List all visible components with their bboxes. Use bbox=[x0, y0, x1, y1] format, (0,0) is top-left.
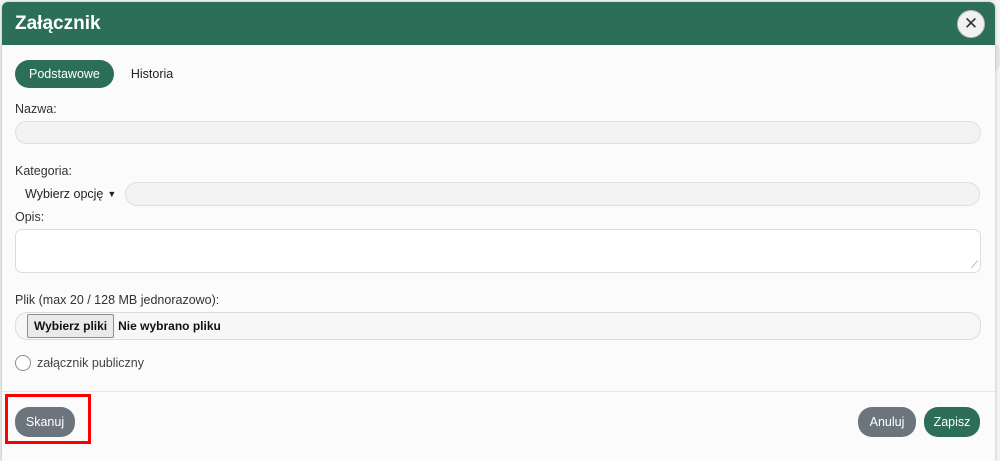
modal-body: Podstawowe Historia Nazwa: Kategoria: Wy… bbox=[2, 45, 995, 371]
file-input[interactable]: Wybierz pliki Nie wybrano pliku bbox=[15, 312, 981, 340]
file-status: Nie wybrano pliku bbox=[118, 319, 221, 333]
modal-footer: Skanuj Anuluj Zapisz bbox=[2, 391, 995, 461]
modal-header: Załącznik ✕ bbox=[2, 2, 995, 45]
close-button[interactable]: ✕ bbox=[957, 9, 985, 38]
category-row: Wybierz opcję ▼ bbox=[15, 182, 982, 206]
close-icon: ✕ bbox=[963, 14, 979, 33]
caret-down-icon: ▼ bbox=[107, 189, 117, 199]
description-label: Opis: bbox=[15, 210, 45, 224]
resize-handle-icon[interactable]: ⟋ bbox=[971, 261, 978, 271]
category-input[interactable] bbox=[125, 182, 980, 206]
choose-files-button[interactable]: Wybierz pliki bbox=[27, 314, 115, 338]
file-label: Plik (max 20 / 128 MB jednorazowo): bbox=[15, 293, 220, 307]
category-label: Kategoria: bbox=[15, 164, 72, 178]
public-attachment-label: załącznik publiczny bbox=[37, 356, 144, 370]
public-attachment-checkbox[interactable] bbox=[15, 355, 31, 371]
tab-historia[interactable]: Historia bbox=[119, 60, 185, 88]
category-dropdown[interactable]: Wybierz opcję ▼ bbox=[15, 187, 125, 201]
tab-podstawowe[interactable]: Podstawowe bbox=[15, 60, 114, 88]
cancel-button[interactable]: Anuluj bbox=[858, 407, 916, 437]
tab-bar: Podstawowe Historia bbox=[15, 60, 982, 88]
public-attachment-row: załącznik publiczny bbox=[15, 355, 982, 371]
name-input[interactable] bbox=[15, 121, 981, 144]
attachment-modal: Załącznik ✕ Podstawowe Historia Nazwa: K… bbox=[2, 2, 995, 461]
save-button[interactable]: Zapisz bbox=[924, 407, 980, 437]
name-label: Nazwa: bbox=[15, 102, 57, 116]
modal-title: Załącznik bbox=[15, 12, 101, 34]
category-dropdown-label: Wybierz opcję bbox=[25, 187, 104, 201]
description-textarea[interactable]: ⟋ bbox=[15, 229, 981, 273]
scan-button[interactable]: Skanuj bbox=[15, 407, 75, 437]
